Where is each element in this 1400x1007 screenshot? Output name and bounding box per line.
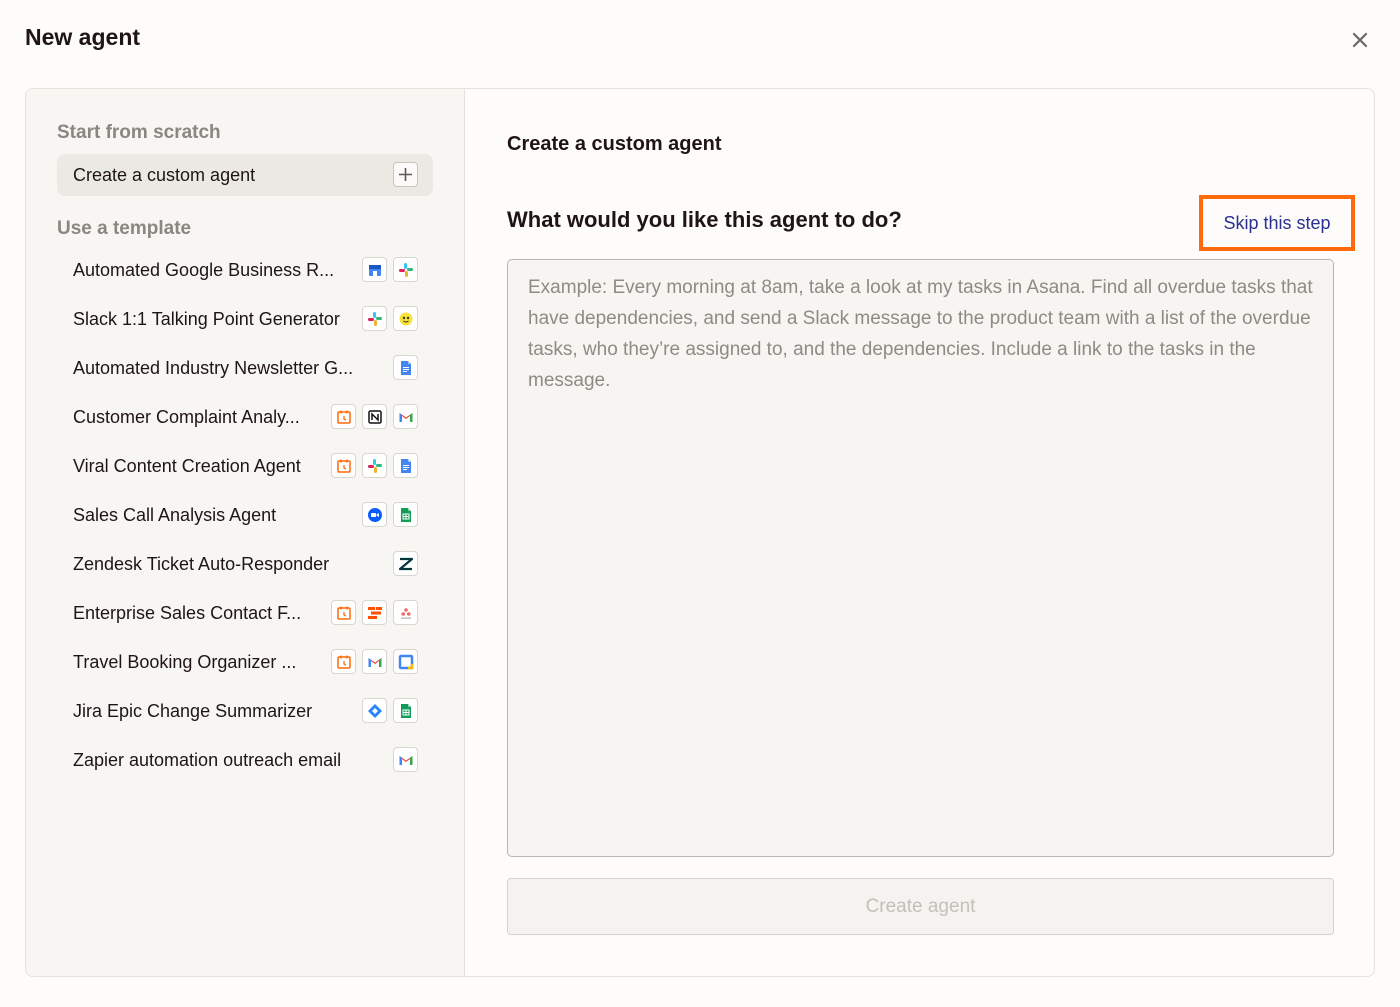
google-business-icon [362,257,387,282]
plus-icon [393,162,418,187]
slack-icon [362,306,387,331]
main-heading: Create a custom agent [507,133,722,155]
template-app-icons [362,502,418,527]
template-item-label: Viral Content Creation Agent [73,455,301,476]
modal-title: New agent [25,24,141,50]
template-app-icons [362,306,418,331]
create-custom-agent-item[interactable]: Create a custom agent [57,154,433,196]
asana-icon [393,600,418,625]
template-app-icons [331,453,418,478]
template-app-icons [331,600,418,625]
create-custom-agent-label: Create a custom agent [73,164,256,185]
template-item-label: Automated Google Business R... [73,259,335,280]
gmail-icon [362,649,387,674]
google-calendar-icon [393,649,418,674]
template-item-label: Slack 1:1 Talking Point Generator [73,308,340,329]
template-item-label: Jira Epic Change Summarizer [73,700,313,721]
template-item-label: Enterprise Sales Contact F... [73,602,302,623]
template-item[interactable]: Travel Booking Organizer ... [57,645,433,679]
start-from-scratch-label: Start from scratch [57,122,221,143]
new-agent-panel: Start from scratch Create a custom agent… [25,88,1375,977]
jira-icon [362,698,387,723]
chatbot-icon [393,306,418,331]
close-button[interactable] [1346,26,1374,54]
use-template-label: Use a template [57,218,192,239]
template-item-label: Sales Call Analysis Agent [73,504,277,525]
gmail-icon [393,747,418,772]
template-item[interactable]: Automated Industry Newsletter G... [57,351,433,385]
template-item[interactable]: Slack 1:1 Talking Point Generator [57,302,433,336]
template-app-icons [393,747,418,772]
template-app-icons [393,551,418,576]
schedule-icon [331,600,356,625]
notion-icon [362,404,387,429]
template-item-label: Zendesk Ticket Auto-Responder [73,553,330,574]
template-item[interactable]: Enterprise Sales Contact F... [57,596,433,630]
zoom-icon [362,502,387,527]
template-item[interactable]: Zapier automation outreach email [57,743,433,777]
schedule-icon [331,404,356,429]
agent-prompt-input[interactable] [507,259,1334,857]
schedule-icon [331,453,356,478]
google-docs-icon [393,453,418,478]
template-item[interactable]: Jira Epic Change Summarizer [57,694,433,728]
skip-this-step-link[interactable]: Skip this step [1223,213,1330,234]
template-item[interactable]: Automated Google Business R... [57,253,433,287]
create-agent-button[interactable]: Create agent [507,878,1334,935]
template-item-label: Travel Booking Organizer ... [73,651,297,672]
google-docs-icon [393,355,418,380]
close-icon [1352,32,1368,48]
template-item-label: Zapier automation outreach email [73,749,342,770]
template-item-label: Automated Industry Newsletter G... [73,357,354,378]
template-app-icons [362,257,418,282]
gmail-icon [393,404,418,429]
template-app-icons [331,649,418,674]
skip-highlight: Skip this step [1199,195,1355,251]
template-app-icons [331,404,418,429]
schedule-icon [331,649,356,674]
formatter-icon [362,600,387,625]
template-item[interactable]: Customer Complaint Analy... [57,400,433,434]
google-sheets-icon [393,502,418,527]
sidebar: Start from scratch Create a custom agent… [26,89,465,976]
zendesk-icon [393,551,418,576]
template-item[interactable]: Zendesk Ticket Auto-Responder [57,547,433,581]
template-item-label: Customer Complaint Analy... [73,406,300,427]
google-sheets-icon [393,698,418,723]
slack-icon [362,453,387,478]
template-item[interactable]: Sales Call Analysis Agent [57,498,433,532]
template-app-icons [393,355,418,380]
question-label: What would you like this agent to do? [507,207,902,232]
template-item[interactable]: Viral Content Creation Agent [57,449,433,483]
slack-icon [393,257,418,282]
template-app-icons [362,698,418,723]
